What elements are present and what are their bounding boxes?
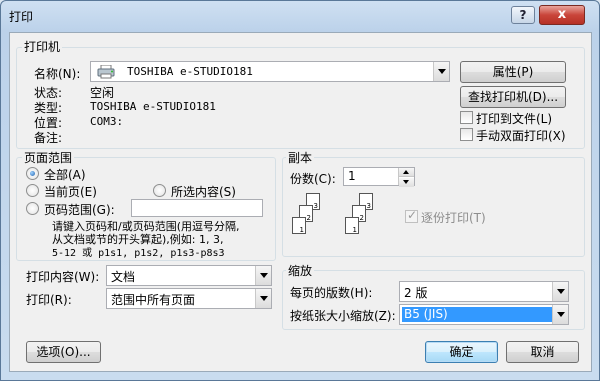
dialog-title: 打印 [9,10,34,24]
printer-name-value: TOSHIBA e-STUDIO181 [127,65,253,78]
help-button[interactable]: ? [511,6,535,24]
range-pages-radio[interactable] [26,202,39,215]
spin-down-icon[interactable] [399,178,414,187]
title-bar: 打印 ? x [1,1,599,31]
cancel-button[interactable]: 取消 [506,341,579,363]
zoom-group-title: 缩放 [286,262,315,279]
chevron-down-icon[interactable] [255,289,271,308]
find-printer-button[interactable]: 查找打印机(D)... [460,86,566,108]
pages-per-sheet-value: 2 版 [404,286,428,300]
chevron-down-icon[interactable] [433,62,449,81]
properties-button[interactable]: 属性(P) [460,61,566,83]
range-pages-label: 页码范围(G): [44,203,115,217]
chevron-down-icon[interactable] [255,266,271,285]
print-scope-select[interactable]: 范围中所有页面 [106,288,272,309]
print-scope-value: 范围中所有页面 [111,293,196,307]
options-button[interactable]: 选项(O)... [26,341,101,363]
manual-duplex-label: 手动双面打印(X) [476,129,566,143]
type-value: TOSHIBA e-STUDIO181 [90,100,216,113]
print-dialog: 打印 ? x 打印机 名称(N): TOSHIBA e-STUDIO181 状态… [0,0,600,381]
range-current-radio[interactable] [26,184,39,197]
printer-group-title: 打印机 [22,38,63,55]
page-range-hint-3: 5-12 或 p1s1, p1s2, p1s3-p8s3 [52,248,225,259]
range-current-label: 当前页(E) [44,185,97,199]
page-range-input[interactable] [131,199,263,217]
range-selection-radio[interactable] [153,184,166,197]
spin-up-icon[interactable] [399,168,414,177]
print-scope-label: 打印(R): [26,293,72,307]
range-all-label: 全部(A) [44,168,86,182]
close-button[interactable]: x [539,5,585,25]
page-range-group-title: 页面范围 [22,149,75,166]
pages-per-sheet-label: 每页的版数(H): [290,286,373,300]
copies-spinner-buttons[interactable] [398,168,414,187]
collate-label: 逐份打印(T) [421,211,486,225]
print-what-select[interactable]: 文档 [106,265,272,286]
ok-button[interactable]: 确定 [425,341,498,363]
location-value: COM3: [90,115,124,128]
pages-per-sheet-select[interactable]: 2 版 [399,281,569,302]
chevron-down-icon[interactable] [552,305,568,324]
comment-label: 备注: [34,131,63,145]
dialog-body: 打印机 名称(N): TOSHIBA e-STUDIO181 状态: 空闲 类型… [9,32,592,372]
printer-icon [97,64,117,79]
chevron-down-icon[interactable] [552,282,568,301]
scale-to-paper-select[interactable]: B5 (JIS) [399,304,569,325]
print-what-label: 打印内容(W): [26,270,100,284]
scale-to-paper-label: 按纸张大小缩放(Z): [290,309,396,323]
copies-count-spinner[interactable]: 1 [343,167,415,187]
printer-name-select[interactable]: TOSHIBA e-STUDIO181 [90,61,450,82]
range-selection-label: 所选内容(S) [171,185,236,199]
copies-count-value: 1 [348,169,356,183]
copies-group-title: 副本 [286,149,315,166]
scale-to-paper-value: B5 (JIS) [402,307,552,322]
range-all-radio[interactable] [26,167,39,180]
collate-checkbox[interactable] [405,208,418,223]
copies-count-label: 份数(C): [290,172,336,186]
printer-name-label: 名称(N): [34,67,81,81]
print-what-value: 文档 [111,270,136,284]
manual-duplex-checkbox[interactable] [460,128,473,141]
status-value: 空闲 [90,86,115,100]
print-to-file-label: 打印到文件(L) [476,112,553,126]
print-to-file-checkbox[interactable] [460,111,473,124]
